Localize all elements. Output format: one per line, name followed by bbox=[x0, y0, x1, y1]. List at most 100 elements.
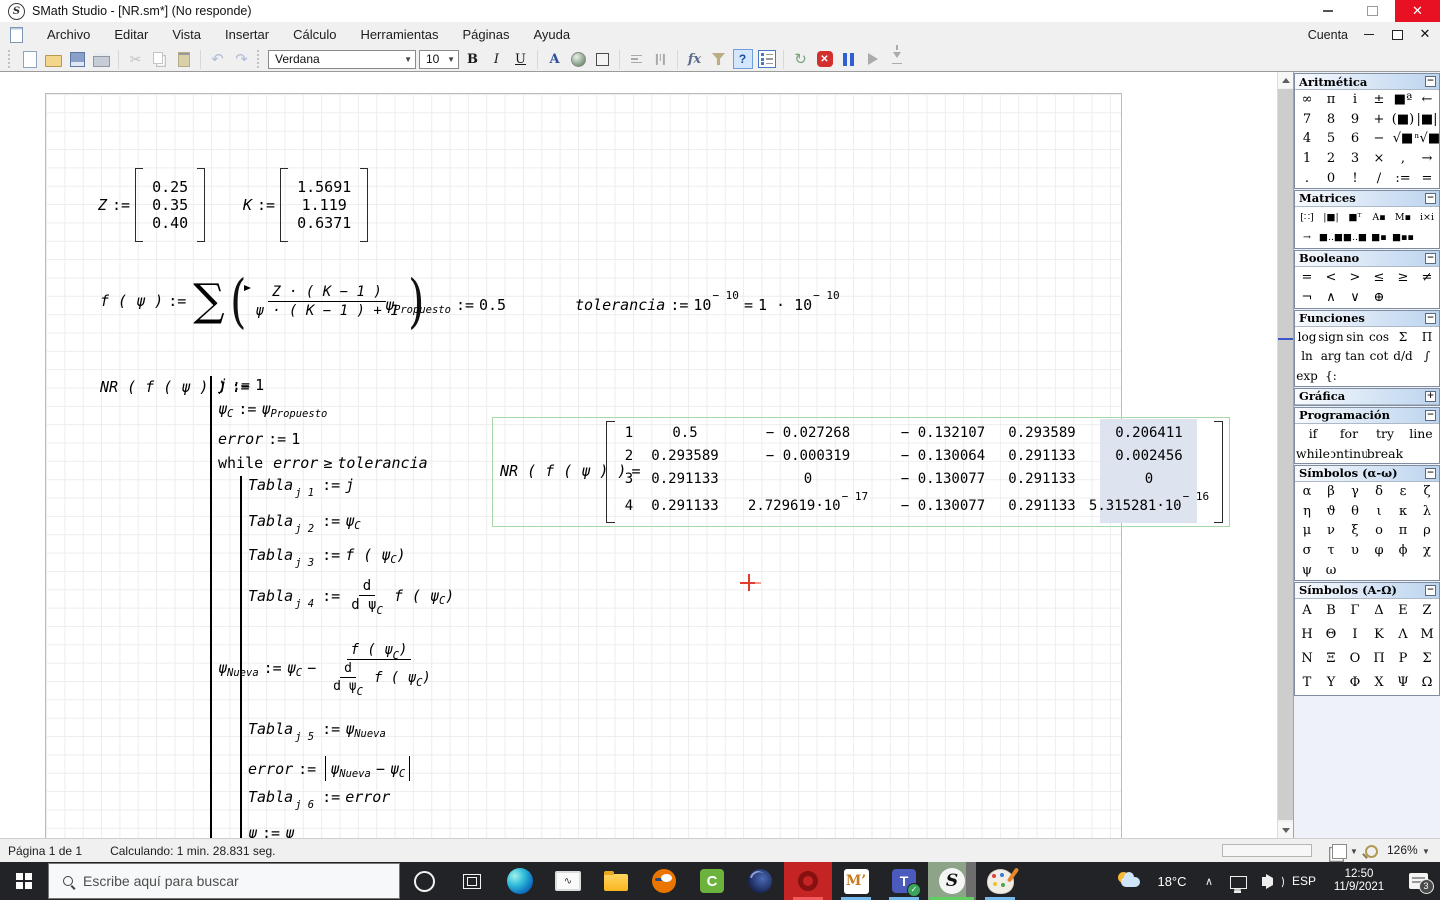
weather-icon[interactable] bbox=[1114, 871, 1150, 891]
tray-overflow-button[interactable]: ∧ bbox=[1194, 875, 1224, 888]
palette-button[interactable]: Ξ bbox=[1319, 647, 1343, 671]
palette-button[interactable]: (■) bbox=[1391, 110, 1415, 130]
palette-button[interactable]: ∨ bbox=[1343, 287, 1367, 308]
palette-button[interactable]: 0 bbox=[1319, 168, 1343, 188]
palette-button[interactable]: [■..■] bbox=[1319, 227, 1343, 248]
palette-button[interactable]: [■..■] bbox=[1343, 227, 1367, 248]
palette-button[interactable]: Υ bbox=[1319, 671, 1343, 695]
palette-button[interactable]: < bbox=[1319, 267, 1343, 288]
result-matrix[interactable]: 1 0.5 − 0.027268 − 0.132107 0.293589 0.2… bbox=[617, 421, 1213, 521]
font-size-select[interactable]: 10 ▼ bbox=[419, 49, 459, 69]
palette-button[interactable]: ln bbox=[1295, 347, 1319, 367]
action-center-button[interactable]: 3 bbox=[1396, 873, 1440, 894]
menu-item[interactable]: Archivo bbox=[35, 22, 102, 47]
step-button[interactable] bbox=[886, 44, 907, 70]
palette-button[interactable]: log bbox=[1295, 327, 1319, 347]
palette-button[interactable]: Χ bbox=[1367, 671, 1391, 695]
palette-button[interactable]: Ρ bbox=[1391, 647, 1415, 671]
font-color-button[interactable]: A bbox=[544, 49, 565, 70]
stop-button[interactable]: ✕ bbox=[814, 49, 835, 70]
palette-button[interactable]: + bbox=[1367, 110, 1391, 130]
paste-button[interactable] bbox=[173, 49, 194, 70]
palette-button[interactable]: → bbox=[1415, 149, 1439, 169]
palette-button[interactable]: ι bbox=[1367, 502, 1391, 522]
palette-button[interactable]: ⁿ√■ bbox=[1415, 129, 1439, 149]
italic-button[interactable]: I bbox=[486, 49, 507, 70]
palette-button[interactable]: 5 bbox=[1319, 129, 1343, 149]
palette-button[interactable]: ρ bbox=[1415, 521, 1439, 541]
palette-button[interactable]: cot bbox=[1367, 347, 1391, 367]
taskbar-app-teams[interactable]: T bbox=[880, 862, 928, 900]
palette-button[interactable]: > bbox=[1343, 267, 1367, 288]
menu-item[interactable]: Herramientas bbox=[348, 22, 450, 47]
stmt-tabla-5[interactable]: Tabla j 5 := ψ Nueva bbox=[248, 720, 386, 743]
palette-button[interactable]: break bbox=[1367, 443, 1403, 463]
palette-button[interactable]: ω bbox=[1319, 560, 1343, 580]
taskbar-app-paint3d[interactable] bbox=[976, 862, 1024, 900]
palette-button[interactable]: 3 bbox=[1343, 149, 1367, 169]
toolbar-grip[interactable] bbox=[257, 50, 263, 68]
insert-function-button[interactable]: fx bbox=[684, 49, 705, 70]
palette-button[interactable]: Σ bbox=[1415, 647, 1439, 671]
palette-button[interactable]: M▪ bbox=[1391, 207, 1415, 228]
palette-button[interactable]: γ bbox=[1343, 482, 1367, 502]
show-panels-button[interactable] bbox=[756, 49, 777, 70]
palette-button[interactable]: Ι bbox=[1343, 623, 1367, 647]
palette-button[interactable]: Γ bbox=[1343, 599, 1367, 623]
palette-button[interactable]: ≥ bbox=[1391, 267, 1415, 288]
temperature[interactable]: 18°C bbox=[1150, 874, 1194, 889]
stmt-tabla-6[interactable]: Tabla j 6 := error bbox=[248, 788, 390, 811]
palette-button[interactable]: ε bbox=[1391, 482, 1415, 502]
palette-button[interactable]: / bbox=[1367, 168, 1391, 188]
collapse-icon[interactable]: − bbox=[1425, 252, 1436, 264]
font-family-select[interactable]: Verdana ▼ bbox=[268, 49, 416, 69]
palette-button[interactable]: λ bbox=[1415, 502, 1439, 522]
palette-button[interactable]: arg bbox=[1319, 347, 1343, 367]
stmt-j-init[interactable]: j:= 1 bbox=[218, 376, 264, 394]
chevron-down-icon[interactable]: ▼ bbox=[1350, 847, 1358, 856]
palette-button[interactable]: ϕ bbox=[1391, 541, 1415, 561]
palette-button[interactable]: continue bbox=[1331, 443, 1367, 463]
stmt-clipped[interactable]: ψ := ψ bbox=[248, 824, 294, 838]
palette-button[interactable]: cos bbox=[1367, 327, 1391, 347]
scroll-down-button[interactable] bbox=[1278, 822, 1294, 838]
palette-button[interactable]: for bbox=[1331, 424, 1367, 444]
menu-item[interactable]: Insertar bbox=[213, 22, 281, 47]
palette-button[interactable]: ≠ bbox=[1415, 267, 1439, 288]
palette-button[interactable]: ζ bbox=[1415, 482, 1439, 502]
palette-button[interactable]: ∞ bbox=[1295, 90, 1319, 110]
scrollbar-thumb[interactable] bbox=[1278, 89, 1294, 820]
palette-button[interactable]: τ bbox=[1319, 541, 1343, 561]
palette-button[interactable]: d/d bbox=[1391, 347, 1415, 367]
palette-button[interactable]: ¬ bbox=[1295, 287, 1319, 308]
underline-button[interactable]: U bbox=[510, 49, 531, 70]
palette-button[interactable]: → bbox=[1295, 227, 1319, 248]
taskbar-app-file-explorer[interactable] bbox=[592, 862, 640, 900]
filter-button[interactable] bbox=[708, 49, 729, 70]
palette-button[interactable]: Ψ bbox=[1391, 671, 1415, 695]
scroll-up-button[interactable] bbox=[1278, 72, 1294, 88]
stmt-tabla-3[interactable]: Tabla j 3 := f ( ψ C) bbox=[248, 546, 406, 569]
palette-button[interactable]: Μ bbox=[1415, 623, 1439, 647]
palette-button[interactable]: Π bbox=[1367, 647, 1391, 671]
volume-button[interactable] bbox=[1252, 873, 1286, 889]
palette-button[interactable]: ν bbox=[1319, 521, 1343, 541]
menu-item[interactable]: Editar bbox=[102, 22, 160, 47]
palette-button[interactable]: × bbox=[1367, 149, 1391, 169]
palette-button[interactable]: Κ bbox=[1367, 623, 1391, 647]
palette-header[interactable]: Símbolos (Α-Ω) − bbox=[1295, 582, 1439, 599]
palette-button[interactable]: β bbox=[1319, 482, 1343, 502]
palette-button[interactable]: if bbox=[1295, 424, 1331, 444]
taskbar-app-mendeley[interactable]: M’ bbox=[832, 862, 880, 900]
palette-button[interactable]: Θ bbox=[1319, 623, 1343, 647]
minimize-button[interactable] bbox=[1305, 0, 1350, 22]
collapse-icon[interactable]: − bbox=[1425, 76, 1436, 87]
palette-header[interactable]: Programación − bbox=[1295, 407, 1439, 424]
palette-button[interactable]: − bbox=[1367, 129, 1391, 149]
palette-button[interactable]: exp bbox=[1295, 366, 1319, 386]
palette-button[interactable]: Ε bbox=[1391, 599, 1415, 623]
palette-button[interactable]: α bbox=[1295, 482, 1319, 502]
palette-button[interactable]: κ bbox=[1391, 502, 1415, 522]
palette-button[interactable]: ψ bbox=[1295, 560, 1319, 580]
cut-button[interactable]: ✂ bbox=[125, 49, 146, 70]
